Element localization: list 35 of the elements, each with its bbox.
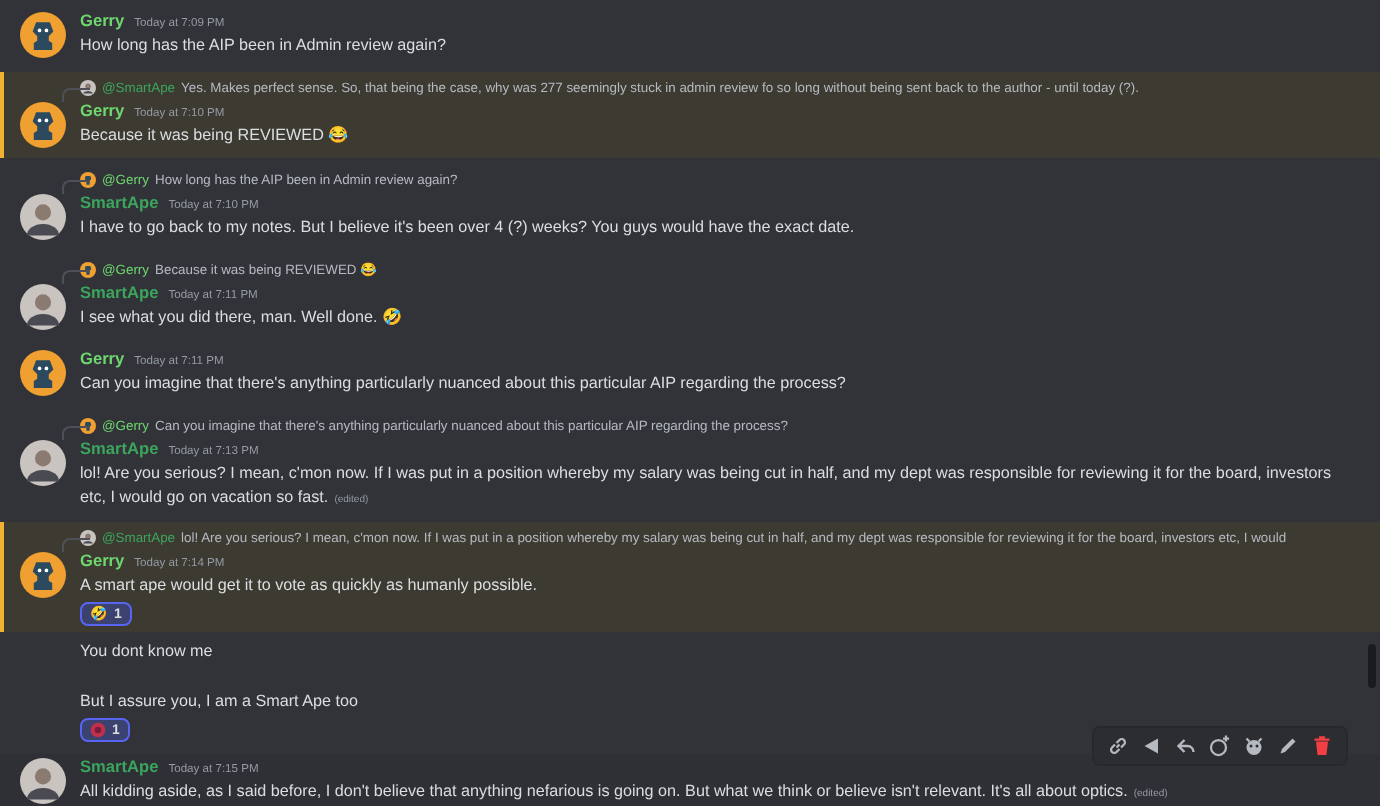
author-name[interactable]: SmartApe: [80, 282, 159, 302]
message-text: You dont know me: [80, 640, 215, 664]
ape-avatar-icon: [80, 418, 96, 434]
ape-avatar-icon[interactable]: [20, 350, 66, 396]
author-name[interactable]: Gerry: [80, 100, 125, 120]
message-text: I see what you did there, man. Well done. 🤣: [80, 306, 405, 330]
author-name[interactable]: Gerry: [80, 550, 125, 570]
author-name[interactable]: SmartApe: [80, 756, 159, 776]
avatar-icon[interactable]: [20, 440, 66, 486]
author-name[interactable]: SmartApe: [80, 438, 159, 458]
ape-avatar-icon[interactable]: [20, 102, 66, 148]
avatar-icon[interactable]: [20, 194, 66, 240]
edit-icon[interactable]: [1276, 734, 1300, 758]
sticker-icon: [90, 722, 106, 738]
author-name[interactable]: Gerry: [80, 10, 125, 30]
delete-icon[interactable]: [1310, 734, 1334, 758]
reply-icon[interactable]: [1174, 734, 1198, 758]
add-reaction-icon[interactable]: [1208, 734, 1232, 758]
author-name[interactable]: Gerry: [80, 348, 125, 368]
message-text: How long has the AIP been in Admin review again?: [80, 34, 448, 58]
avatar-icon[interactable]: [20, 284, 66, 330]
message-text: Can you imagine that there's anything particularly nuanced about this particular AIP regarding the process?: [80, 372, 848, 396]
message-text: But I assure you, I am a Smart Ape too: [80, 690, 361, 714]
author-name[interactable]: SmartApe: [80, 192, 159, 212]
message-text: I have to go back to my notes. But I believe it's been over 4 (?) weeks? You guys would have the exact date.: [80, 216, 857, 240]
forward-icon[interactable]: [1140, 734, 1164, 758]
ape-avatar-icon[interactable]: [20, 12, 66, 58]
message-text: Because it was being REVIEWED 😂: [80, 124, 351, 148]
ape-avatar-icon[interactable]: [20, 552, 66, 598]
ape-avatar-icon: [80, 172, 96, 188]
link-icon[interactable]: [1106, 734, 1130, 758]
super-reaction-icon[interactable]: [1242, 734, 1266, 758]
ape-avatar-icon: [80, 262, 96, 278]
message-text: A smart ape would get it to vote as quickly as humanly possible.: [80, 574, 540, 598]
avatar-icon[interactable]: [20, 758, 66, 804]
